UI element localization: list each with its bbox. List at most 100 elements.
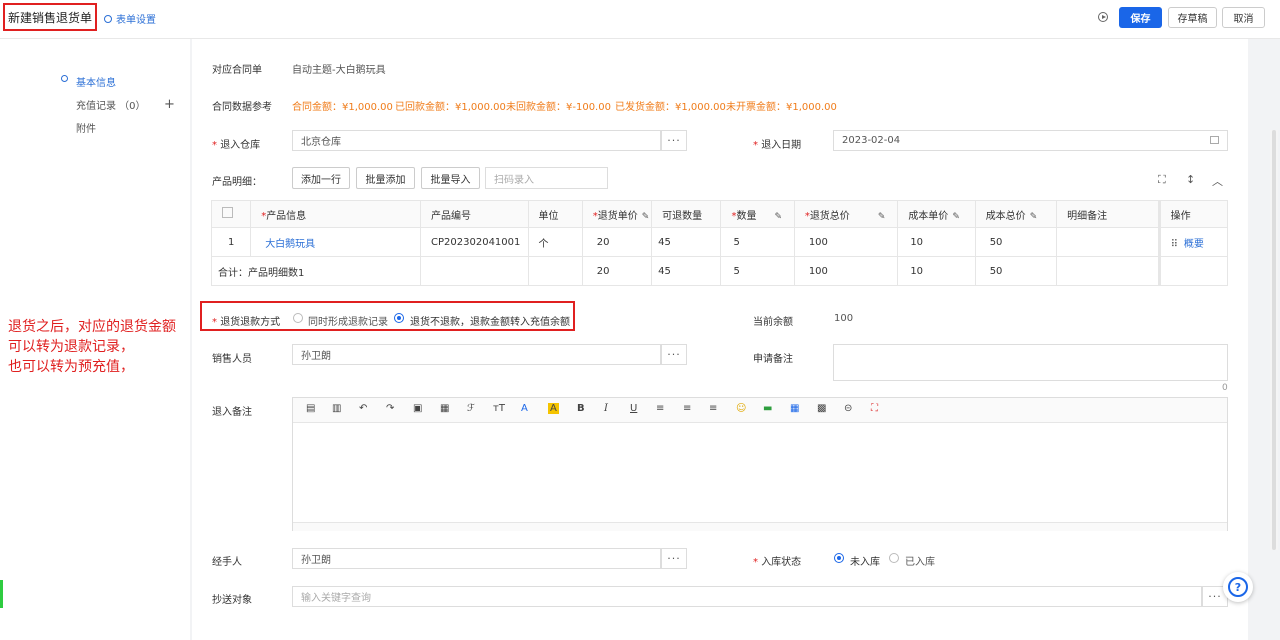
cc-search-input[interactable]: 输入关键字查询 xyxy=(292,586,1202,607)
summary-cost-price: 10 xyxy=(897,256,976,286)
edit-icon[interactable]: ✎ xyxy=(774,212,782,222)
edit-icon[interactable]: ✎ xyxy=(878,212,886,222)
header-returnable: 可退数量 xyxy=(651,200,722,228)
status-option-1-radio[interactable] xyxy=(834,553,844,563)
paste-icon[interactable]: ▣ xyxy=(413,403,422,414)
emoji-icon[interactable]: ☺ xyxy=(736,403,746,414)
header-total-text: 退货总价 xyxy=(809,210,850,222)
apply-note-textarea[interactable] xyxy=(833,344,1228,381)
refund-method-label: 退货退款方式 xyxy=(212,313,280,328)
annotation-line: 也可以转为预充值， xyxy=(8,359,134,375)
font-family-icon[interactable]: ℱ xyxy=(467,403,475,414)
help-icon: ? xyxy=(1228,577,1248,597)
date-field[interactable]: 2023-02-04 xyxy=(833,130,1228,151)
handler-field[interactable]: 孙卫朗 xyxy=(292,548,661,569)
received-amount: 已回款金额：¥1,000.00 xyxy=(395,102,506,113)
products-label: 产品明细： xyxy=(212,177,262,188)
save-button[interactable]: 保存 xyxy=(1119,7,1162,28)
refund-option-2-label[interactable]: 退货不退款，退款金额转入充值余额 xyxy=(410,313,570,328)
form-settings-link[interactable]: 表单设置 xyxy=(104,11,156,26)
edit-icon[interactable]: ✎ xyxy=(952,212,960,222)
font-color-icon[interactable]: A xyxy=(521,403,528,414)
paste-text-icon[interactable]: ▦ xyxy=(440,403,449,414)
summary-total: 100 xyxy=(793,256,899,286)
header-action: 操作 xyxy=(1157,200,1229,228)
media-icon[interactable]: ▩ xyxy=(817,403,826,414)
batch-import-button[interactable]: 批量导入 xyxy=(421,167,480,189)
scan-input[interactable]: 扫码录入 xyxy=(485,167,608,189)
play-icon[interactable] xyxy=(1098,12,1108,22)
row-cost-total: 50 xyxy=(974,227,1058,257)
date-label: 退入日期 xyxy=(753,136,801,151)
row-price[interactable]: 20 xyxy=(581,227,653,257)
editor-resize-handle[interactable] xyxy=(293,522,1227,531)
header-price-text: 退货单价 xyxy=(597,210,638,222)
annotation-note: 退货之后，对应的退货金额 可以转为退款记录， 也可以转为预充值， xyxy=(8,317,203,377)
source-icon[interactable]: ▤ xyxy=(306,403,315,414)
align-center-icon[interactable]: ≡ xyxy=(683,403,691,414)
contract-label: 对应合同单 xyxy=(212,65,262,76)
resize-vertical-icon[interactable]: ↕ xyxy=(1186,173,1195,186)
header-code: 产品编号 xyxy=(420,200,529,228)
edit-icon[interactable]: ✎ xyxy=(1030,212,1038,222)
insert-image-icon[interactable]: ▬ xyxy=(763,403,772,414)
align-right-icon[interactable]: ≡ xyxy=(709,403,717,414)
edit-icon[interactable]: ✎ xyxy=(642,212,650,222)
warehouse-field[interactable]: 北京仓库 xyxy=(292,130,661,151)
row-unit: 个 xyxy=(527,227,583,257)
underline-icon[interactable]: U xyxy=(630,403,637,414)
nav-item-recharge-records[interactable]: 充值记录 （0） xyxy=(76,97,146,112)
help-button[interactable]: ? xyxy=(1223,572,1253,602)
summary-link[interactable]: 概要 xyxy=(1184,239,1204,250)
collapse-icon[interactable]: ︿ xyxy=(1212,173,1223,189)
nav-item-attachments[interactable]: 附件 xyxy=(76,120,96,135)
status-option-2-radio[interactable] xyxy=(889,553,899,563)
select-all-checkbox[interactable] xyxy=(222,207,233,218)
fullscreen-icon[interactable]: ⛶ xyxy=(1158,173,1166,187)
sales-picker-button[interactable]: ··· xyxy=(661,344,687,365)
refund-option-1-label[interactable]: 同时形成退款记录 xyxy=(308,313,388,328)
row-qty[interactable]: 5 xyxy=(720,227,795,257)
handler-picker-button[interactable]: ··· xyxy=(661,548,687,569)
summary-returnable: 45 xyxy=(651,256,722,286)
summary-row: 合计：产品明细数1 20 45 5 100 10 50 xyxy=(210,256,1229,286)
template-icon[interactable]: ▥ xyxy=(332,403,341,414)
refund-option-2-radio[interactable] xyxy=(394,313,404,323)
fullscreen-editor-icon[interactable]: ⛶ xyxy=(871,403,878,414)
highlight-color-icon[interactable]: A xyxy=(548,403,559,414)
add-row-button[interactable]: 添加一行 xyxy=(292,167,350,189)
cancel-button[interactable]: 取消 xyxy=(1222,7,1265,28)
redo-icon[interactable]: ↷ xyxy=(386,403,394,414)
table-icon[interactable]: ▦ xyxy=(790,403,799,414)
row-note[interactable] xyxy=(1056,227,1160,257)
header-cost-total: 成本总价 ✎ xyxy=(974,200,1058,228)
link-icon[interactable]: ⊝ xyxy=(844,403,852,414)
align-left-icon[interactable]: ≡ xyxy=(656,403,664,414)
status-option-2-label[interactable]: 已入库 xyxy=(905,553,935,568)
balance-value: 100 xyxy=(834,313,854,324)
status-option-1-label[interactable]: 未入库 xyxy=(850,553,880,568)
product-link[interactable]: 大白鹅玩具 xyxy=(265,239,315,250)
italic-icon[interactable]: I xyxy=(604,403,608,414)
uninvoiced-amount: 未开票金额：¥1,000.00 xyxy=(726,102,837,113)
calendar-icon[interactable] xyxy=(1210,136,1219,144)
warehouse-picker-button[interactable]: ··· xyxy=(661,130,687,151)
plus-icon[interactable]: + xyxy=(164,97,175,112)
refund-option-1-radio[interactable] xyxy=(293,313,303,323)
scrollbar-thumb[interactable] xyxy=(1272,130,1276,550)
batch-add-button[interactable]: 批量添加 xyxy=(356,167,415,189)
font-size-icon[interactable]: тT xyxy=(493,403,505,414)
undo-icon[interactable]: ↶ xyxy=(359,403,367,414)
draft-button[interactable]: 存草稿 xyxy=(1168,7,1217,28)
nav-item-basic-info[interactable]: 基本信息 xyxy=(76,74,116,89)
row-total[interactable]: 100 xyxy=(793,227,899,257)
rich-text-editor[interactable]: ▤ ▥ ↶ ↷ ▣ ▦ ℱ тT A A B I U ≡ ≡ ≡ ☺ ▬ ▦ ▩… xyxy=(292,397,1228,531)
header-price: 退货单价 ✎ xyxy=(581,200,653,228)
row-action: ⠿ 概要 xyxy=(1157,227,1229,257)
summary-code xyxy=(420,256,529,286)
bold-icon[interactable]: B xyxy=(577,403,585,414)
select-all-cell[interactable] xyxy=(210,200,252,228)
sales-field[interactable]: 孙卫朗 xyxy=(292,344,661,365)
drag-handle-icon[interactable]: ⠿ xyxy=(1171,239,1178,250)
balance-label: 当前余额 xyxy=(753,317,793,328)
